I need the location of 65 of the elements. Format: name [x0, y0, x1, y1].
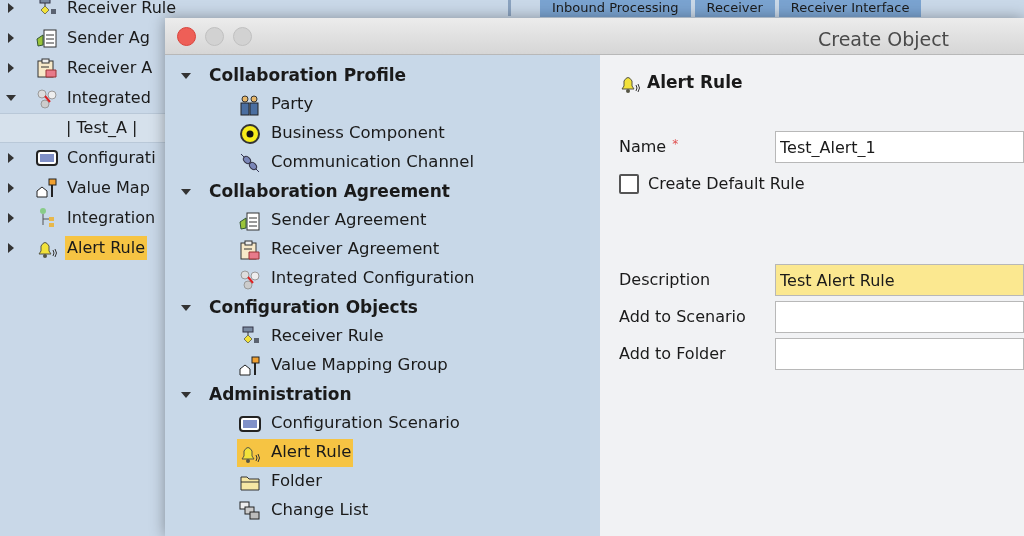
tree-item[interactable]: Alert Rule [237, 438, 354, 467]
tree-section[interactable]: Administration [209, 381, 352, 408]
expand-arrow-icon[interactable] [6, 63, 16, 73]
expand-arrow-icon[interactable] [6, 33, 16, 43]
tree-section[interactable]: Collaboration Agreement [209, 178, 450, 205]
tree-item[interactable]: Change List [237, 496, 371, 525]
expand-arrow-icon[interactable] [6, 153, 16, 163]
expand-arrow-icon[interactable] [6, 3, 16, 13]
tree-item[interactable]: Receiver Rule [65, 0, 179, 20]
collapse-arrow-icon[interactable] [181, 186, 191, 197]
required-mark: * [672, 136, 679, 153]
form-heading: Alert Rule [647, 71, 743, 95]
tree-item[interactable]: Party [237, 90, 316, 119]
tree-section[interactable]: Configuration Objects [209, 294, 418, 321]
clipboard-icon [36, 57, 58, 79]
name-label: Name [619, 136, 667, 158]
expand-arrow-icon[interactable] [6, 183, 16, 193]
tree-item[interactable]: Configurati [65, 146, 158, 170]
name-field[interactable]: Test_Alert_1 [775, 131, 1024, 163]
close-button[interactable] [177, 26, 196, 46]
document-icon [239, 209, 261, 232]
target-icon [239, 122, 261, 145]
field-label: Add to Folder [619, 343, 727, 365]
plug-icon [239, 151, 261, 174]
window-title: Create Object [818, 27, 950, 52]
collapse-arrow-icon[interactable] [181, 389, 191, 400]
tree-section[interactable]: Collaboration Profile [209, 62, 407, 89]
checkbox[interactable] [619, 174, 639, 194]
tab[interactable]: Receiver [694, 0, 775, 17]
tree-item[interactable]: Value Map [65, 176, 152, 200]
people-icon [239, 93, 261, 116]
clipboard-icon [239, 238, 261, 261]
tree-item[interactable]: Receiver Agreement [237, 235, 442, 264]
expand-arrow-icon[interactable] [6, 213, 16, 223]
checkbox-label: Create Default Rule [648, 173, 805, 195]
collapse-arrow-icon[interactable] [181, 302, 191, 313]
tree-item[interactable]: Receiver Rule [237, 322, 386, 351]
tab[interactable]: Inbound Processing [540, 0, 691, 17]
molecule-icon [239, 267, 261, 290]
tree-item[interactable]: Sender Agreement [237, 206, 429, 235]
molecule-icon [36, 87, 58, 109]
tree-item[interactable]: Integrated [65, 86, 153, 110]
field-label: Description [619, 269, 712, 291]
tree-item[interactable]: Value Mapping Group [237, 351, 450, 380]
tree-item[interactable]: Communication Channel [237, 148, 477, 177]
collapse-arrow-icon[interactable] [181, 70, 191, 81]
tree-item[interactable]: Integration [65, 206, 158, 230]
tree-item[interactable]: Business Component [237, 119, 447, 148]
document-icon [36, 27, 58, 49]
text-field[interactable]: Test Alert Rule [775, 264, 1024, 296]
tree-item[interactable]: Sender Ag [65, 26, 152, 50]
tree-item[interactable]: Folder [237, 467, 324, 496]
text-field[interactable] [775, 301, 1024, 333]
stacked-windows-icon [239, 499, 261, 522]
tree-item[interactable]: Receiver A [65, 56, 155, 80]
tree-item[interactable]: Alert Rule [65, 236, 147, 260]
field-label: Add to Scenario [619, 306, 747, 328]
text-field[interactable] [775, 338, 1024, 370]
tree-item[interactable]: Integrated Configuration [237, 264, 477, 293]
tab[interactable]: Receiver Interface [778, 0, 922, 17]
expand-arrow-icon[interactable] [6, 243, 16, 253]
tree-item[interactable]: | Test_A | [66, 116, 138, 140]
tree-item[interactable]: Configuration Scenario [237, 409, 462, 438]
collapse-arrow-icon[interactable] [6, 93, 16, 103]
monitor-icon [36, 147, 58, 169]
